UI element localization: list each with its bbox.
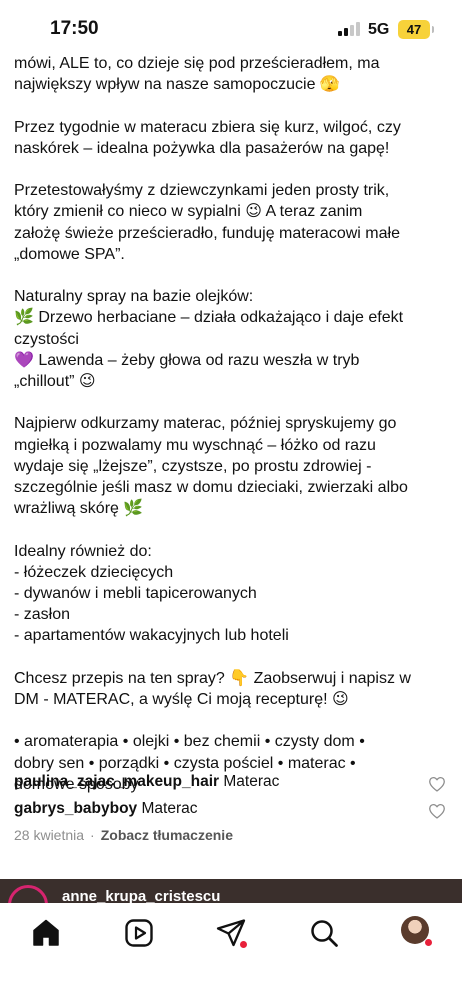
see-translation-link[interactable]: Zobacz tłumaczenie [101,827,233,843]
caption-line: - apartamentów wakacyjnych lub hoteli [14,627,289,645]
next-post-header[interactable]: anne_krupa_cristescu [0,879,462,903]
battery-cap [432,26,434,33]
caption-paragraph: Przetestowałyśmy z dziewczynkami jeden p… [14,180,450,265]
caption-paragraph: Naturalny spray na bazie olejków: 🌿 Drze… [14,286,450,392]
comment-username[interactable]: paulina_zajac_makeup_hair [14,773,219,790]
caption-line: • aromaterapia • olejki • bez chemii • c… [14,733,365,751]
caption-line: DM - MATERAC, a wyślę Ci moją recepturę!… [14,691,349,708]
caption-line: Naturalny spray na bazie olejków: [14,288,254,306]
comment-row: paulina_zajac_makeup_hair Materac [14,773,450,791]
caption-line: - zasłon [14,606,71,624]
caption-line: - łóżeczek dziecięcych [14,563,174,581]
status-time: 17:50 [50,18,99,39]
notification-dot [240,941,247,948]
direct-messages-icon[interactable] [215,917,247,949]
search-icon[interactable] [308,917,340,949]
comment-text: Materac [141,800,198,817]
caption-line: „domowe SPA”. [14,245,125,263]
post-date: 28 kwietnia [14,827,85,843]
caption-line: Chcesz przepis na ten spray? 👇 Zaobserwu… [14,669,411,687]
caption-line: Przetestowałyśmy z dziewczynkami jeden p… [14,182,390,200]
notification-dot [425,939,432,946]
caption-paragraph: Przez tygodnie w materacu zbiera się kur… [14,117,450,159]
caption-line: naskórek – idealna pożywka dla pasażerów… [14,139,390,157]
caption-line: największy wpływ na nasze samopoczucie 🫣 [14,76,340,94]
network-type: 5G [368,21,390,38]
caption-line: dobry sen • porządki • czysta pościel • … [14,754,356,772]
caption-paragraph: mówi, ALE to, co dzieje się pod przeście… [14,53,450,95]
caption-line: - dywanów i mebli tapicerowanych [14,585,257,602]
caption-paragraph: Chcesz przepis na ten spray? 👇 Zaobserwu… [14,668,450,710]
next-post-avatar[interactable] [8,885,48,903]
caption-paragraph: Najpierw odkurzamy materac, później spry… [14,413,450,519]
comment-text: Materac [223,773,280,790]
comment-row: gabrys_babyboy Materac [14,800,450,818]
caption-line: wrażliwą skórę 🌿 [14,500,144,518]
comment-username[interactable]: gabrys_babyboy [14,800,137,817]
home-icon[interactable] [30,917,62,949]
post-caption: mówi, ALE to, co dzieje się pod przeście… [14,53,450,795]
caption-line: „chillout” 😉 [14,373,96,390]
caption-line: Najpierw odkurzamy materac, później spry… [14,415,397,433]
meta-separator: · [90,827,95,843]
like-heart-icon[interactable] [428,776,446,792]
caption-paragraph: Idealny również do: - łóżeczek dziecięcy… [14,541,450,647]
caption-line: 🌿 Drzewo herbaciane – działa odkażająco … [14,309,404,327]
reels-icon[interactable] [123,917,155,949]
caption-line: szczególnie jeśli masz w domu dzieciaki,… [14,479,408,496]
caption-line: założę świeże prześcieradło, funduję mat… [14,224,400,242]
status-bar: 17:50 5G 47 [0,0,462,52]
like-heart-icon[interactable] [428,803,446,819]
caption-line: 💜 Lawenda – żeby głowa od razu weszła w … [14,351,360,369]
caption-line: Idealny również do: [14,542,152,560]
cellular-signal-icon [338,22,362,36]
caption-line: mówi, ALE to, co dzieje się pod przeście… [14,55,380,72]
caption-line: Przez tygodnie w materacu zbiera się kur… [14,118,401,136]
next-post-username[interactable]: anne_krupa_cristescu [62,888,220,903]
caption-line: mgiełką i pozwalamy mu wyschnąć – łóżko … [14,436,376,454]
caption-line: który zmienił co nieco w sypialni 😉 A te… [14,203,363,221]
caption-line: czystości [14,330,79,348]
post-meta: 28 kwietnia · Zobacz tłumaczenie [14,827,233,843]
caption-line: wydaje się „lżejsze”, czystsze, po prost… [14,457,372,475]
battery-icon: 47 [398,20,430,39]
bottom-tab-bar [0,903,462,1000]
